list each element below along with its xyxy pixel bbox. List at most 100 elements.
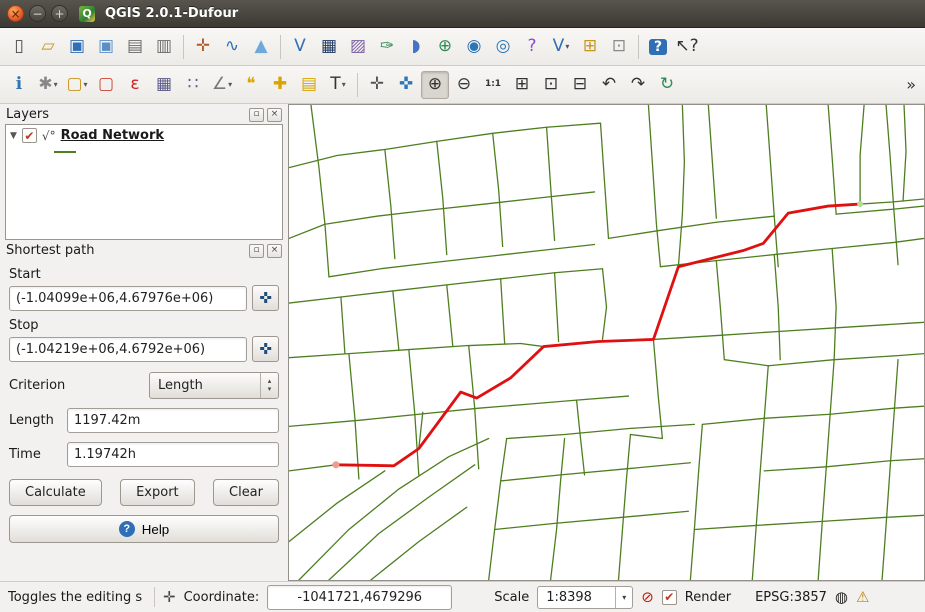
attribute-table-button[interactable]: ▦ bbox=[150, 71, 178, 99]
shortest-path-float-button[interactable]: ▫ bbox=[249, 244, 264, 258]
capture-point-button[interactable]: ✛ bbox=[189, 33, 217, 61]
messages-icon[interactable]: ⚠ bbox=[856, 588, 869, 606]
new-composer-button[interactable]: ▤ bbox=[121, 33, 149, 61]
road-segment bbox=[501, 279, 505, 344]
globe-overlay-button[interactable]: ◎ bbox=[489, 33, 517, 61]
run-feature-action-button[interactable]: ✱▾ bbox=[34, 71, 62, 99]
scale-value: 1:8398 bbox=[538, 590, 615, 605]
capture-line-button[interactable]: ∿ bbox=[218, 33, 246, 61]
expand-arrow-icon[interactable]: ▼ bbox=[10, 131, 17, 141]
export-button[interactable]: Export bbox=[120, 479, 195, 506]
length-input[interactable] bbox=[67, 408, 279, 433]
new-project-button[interactable]: ▯ bbox=[5, 33, 33, 61]
field-calculator-button[interactable]: ∷ bbox=[179, 71, 207, 99]
stop-input[interactable] bbox=[9, 337, 247, 362]
window-title: QGIS 2.0.1-Dufour bbox=[105, 6, 238, 21]
toolbar-overflow-icon[interactable]: » bbox=[902, 75, 920, 94]
style-tool-button[interactable]: ▨ bbox=[344, 33, 372, 61]
metasearch-button[interactable]: ? bbox=[518, 33, 546, 61]
capture-start-button[interactable]: ✜ bbox=[252, 285, 279, 311]
criterion-select[interactable]: Length ▴ ▾ bbox=[149, 372, 279, 399]
show-bookmarks-button[interactable]: ▤ bbox=[295, 71, 323, 99]
calculate-button[interactable]: Calculate bbox=[9, 479, 102, 506]
node-tool-button[interactable]: V bbox=[286, 33, 314, 61]
coordinate-label: Coordinate: bbox=[184, 590, 260, 605]
measure-button[interactable]: ∠▾ bbox=[208, 71, 236, 99]
text-annotation-button[interactable]: T▾ bbox=[324, 71, 352, 99]
save-project-button[interactable]: ▣ bbox=[63, 33, 91, 61]
layers-tree[interactable]: ▼ ✔ √° Road Network bbox=[5, 124, 283, 240]
select-features-button[interactable]: ▢▾ bbox=[63, 71, 91, 99]
help-contents-button[interactable]: ? bbox=[644, 33, 672, 61]
statusbar-separator bbox=[154, 587, 155, 607]
refresh-map-button[interactable]: ↻ bbox=[653, 71, 681, 99]
globe-tool-button[interactable]: ◉ bbox=[460, 33, 488, 61]
pan-to-selection-button[interactable]: ✜ bbox=[392, 71, 420, 99]
help-button-label: Help bbox=[142, 522, 169, 537]
identify-features-button[interactable]: ℹ bbox=[5, 71, 33, 99]
help-button[interactable]: ? Help bbox=[9, 515, 279, 543]
zoom-native-button[interactable]: 1:1 bbox=[479, 71, 507, 99]
coordinate-input[interactable] bbox=[267, 585, 452, 610]
web-service-add-button[interactable]: ⊕ bbox=[431, 33, 459, 61]
select-by-expression-button[interactable]: ε bbox=[121, 71, 149, 99]
zoom-in-button[interactable]: ⊕ bbox=[421, 71, 449, 99]
road-segment bbox=[702, 406, 924, 424]
composer-manager-button[interactable]: ▥ bbox=[150, 33, 178, 61]
pan-map-button[interactable]: ✛ bbox=[363, 71, 391, 99]
road-segment bbox=[648, 105, 660, 267]
feather-tool-button[interactable]: ✑ bbox=[373, 33, 401, 61]
road-segment bbox=[555, 273, 559, 342]
node-tool-icon: V bbox=[294, 38, 306, 55]
layers-panel-close-button[interactable]: × bbox=[267, 108, 282, 122]
dropdown-arrow-icon: ▾ bbox=[54, 80, 58, 89]
layers-panel-float-button[interactable]: ▫ bbox=[249, 108, 264, 122]
render-checkbox[interactable]: ✔ bbox=[662, 590, 677, 605]
zoom-next-button[interactable]: ↷ bbox=[624, 71, 652, 99]
crs-status-icon[interactable]: ◍ bbox=[835, 588, 848, 606]
attribute-table-icon: ▦ bbox=[156, 76, 172, 93]
window-tool-button[interactable]: ⊡ bbox=[605, 33, 633, 61]
stop-render-icon[interactable]: ⊘ bbox=[641, 588, 654, 606]
road-segment bbox=[768, 354, 924, 366]
road-segment bbox=[882, 360, 898, 580]
zoom-to-selection-button[interactable]: ⊡ bbox=[537, 71, 565, 99]
save-project-as-button[interactable]: ▣ bbox=[92, 33, 120, 61]
capture-stop-button[interactable]: ✜ bbox=[252, 336, 279, 362]
road-segment bbox=[608, 216, 774, 238]
zoom-out-button[interactable]: ⊖ bbox=[450, 71, 478, 99]
whats-this-button[interactable]: ↖? bbox=[673, 33, 701, 61]
zoom-to-layer-button[interactable]: ⊟ bbox=[566, 71, 594, 99]
open-project-button[interactable]: ▱ bbox=[34, 33, 62, 61]
window-close-button[interactable]: × bbox=[7, 5, 24, 22]
refresh-map-icon: ↻ bbox=[660, 76, 674, 93]
map-canvas[interactable] bbox=[288, 104, 925, 581]
grid-tool-button[interactable]: ⊞ bbox=[576, 33, 604, 61]
clear-button[interactable]: Clear bbox=[213, 479, 279, 506]
time-input[interactable] bbox=[67, 442, 279, 467]
map-tips-button[interactable]: ❝ bbox=[237, 71, 265, 99]
mouse-position-icon[interactable]: ✛ bbox=[163, 588, 176, 606]
shortest-path-close-button[interactable]: × bbox=[267, 244, 282, 258]
layer-item-road-network[interactable]: ▼ ✔ √° Road Network bbox=[10, 128, 278, 143]
window-maximize-button[interactable]: + bbox=[51, 5, 68, 22]
capture-polygon-button[interactable]: ▲ bbox=[247, 33, 275, 61]
window-minimize-button[interactable]: − bbox=[29, 5, 46, 22]
vertex-tool-button[interactable]: V▾ bbox=[547, 33, 575, 61]
statusbar: Toggles the editing s ✛ Coordinate: Scal… bbox=[0, 581, 925, 612]
new-bookmark-button[interactable]: ✚ bbox=[266, 71, 294, 99]
zoom-last-button[interactable]: ↶ bbox=[595, 71, 623, 99]
scale-select[interactable]: 1:8398 ▾ bbox=[537, 586, 633, 609]
start-input[interactable] bbox=[9, 286, 247, 311]
metasearch-icon: ? bbox=[527, 38, 536, 55]
titlebar: × − + Q QGIS 2.0.1-Dufour bbox=[0, 0, 925, 28]
layer-visibility-checkbox[interactable]: ✔ bbox=[22, 128, 37, 143]
fan-tool-button[interactable]: ◗ bbox=[402, 33, 430, 61]
select-raster-button[interactable]: ▦ bbox=[315, 33, 343, 61]
criterion-value: Length bbox=[158, 378, 260, 393]
road-segment bbox=[653, 339, 662, 438]
render-label: Render bbox=[685, 590, 731, 605]
zoom-full-button[interactable]: ⊞ bbox=[508, 71, 536, 99]
grid-tool-icon: ⊞ bbox=[583, 38, 597, 55]
deselect-features-button[interactable]: ▢ bbox=[92, 71, 120, 99]
